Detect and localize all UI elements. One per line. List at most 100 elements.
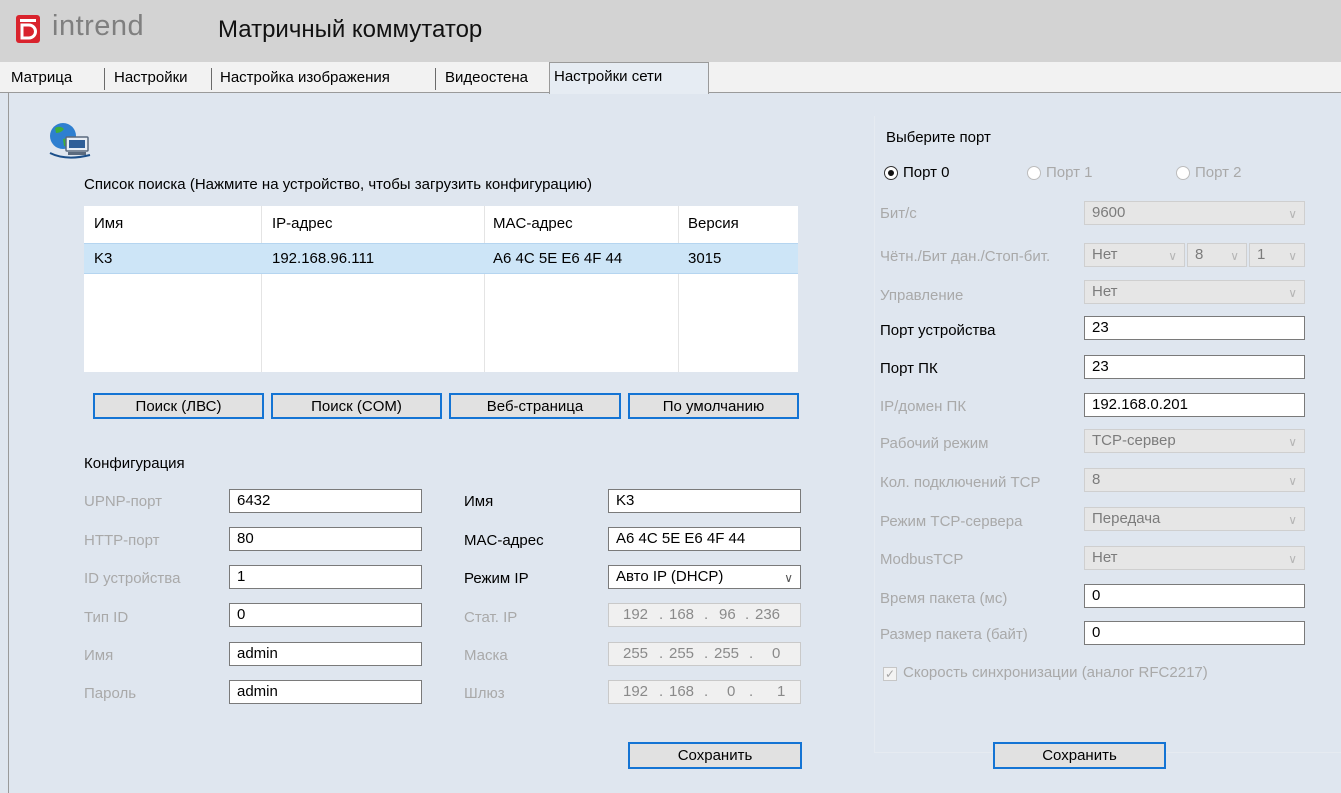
tab-videowall[interactable]: Видеостена [441, 66, 532, 90]
save-config-button[interactable]: Сохранить [628, 742, 802, 769]
stopbits-select[interactable]: 1 ∨ [1249, 243, 1305, 267]
pc-port-field[interactable]: 23 [1084, 355, 1305, 379]
column-header-ip[interactable]: IP-адрес [272, 215, 332, 232]
upnp-port-field[interactable]: 6432 [229, 489, 422, 513]
tab-separator [435, 68, 436, 90]
mac-address-label: MAC-адрес [464, 532, 544, 549]
mac-address-field[interactable]: A6 4C 5E E6 4F 44 [608, 527, 801, 551]
save-port-button[interactable]: Сохранить [993, 742, 1166, 769]
password-field[interactable]: admin [229, 680, 422, 704]
restore-default-button[interactable]: По умолчанию [628, 393, 799, 419]
app-title: Матричный коммутатор [218, 16, 483, 43]
ip-octet: 168 [669, 606, 695, 623]
tab-image-settings[interactable]: Настройка изображения [216, 66, 394, 90]
tcp-connections-label: Кол. подключений TCP [880, 474, 1041, 491]
search-list-caption: Список поиска (Нажмите на устройство, чт… [84, 176, 592, 193]
search-com-button[interactable]: Поиск (COM) [271, 393, 442, 419]
work-mode-select[interactable]: TCP-сервер ∨ [1084, 429, 1305, 453]
port1-label[interactable]: Порт 1 [1046, 164, 1093, 181]
web-page-button[interactable]: Веб-страница [449, 393, 621, 419]
ip-mode-select[interactable]: Авто IP (DHCP) ∨ [608, 565, 801, 589]
modbus-value: Нет [1092, 549, 1118, 566]
ip-octet: 0 [727, 683, 736, 700]
port0-radio[interactable] [884, 166, 898, 180]
http-port-label: HTTP-порт [84, 532, 160, 549]
username-label: Имя [84, 647, 114, 664]
parity-value: Нет [1092, 246, 1118, 263]
ip-octet: 192 [623, 606, 649, 623]
baud-value: 9600 [1092, 204, 1126, 221]
search-lan-button[interactable]: Поиск (ЛВС) [93, 393, 264, 419]
ip-dot: . [745, 606, 750, 623]
modbus-select[interactable]: Нет ∨ [1084, 546, 1305, 570]
row-device-ip[interactable]: 192.168.96.111 [272, 250, 374, 267]
work-mode-label: Рабочий режим [880, 435, 989, 452]
gateway-field[interactable]: 192 . 168 . 0 . 1 [608, 680, 801, 704]
ip-octet: 168 [669, 683, 695, 700]
tcp-server-mode-select[interactable]: Передача ∨ [1084, 507, 1305, 531]
column-header-version[interactable]: Версия [688, 215, 739, 232]
device-id-field[interactable]: 1 [229, 565, 422, 589]
pc-ip-label: IP/домен ПК [880, 398, 967, 415]
ip-octet: 236 [755, 606, 781, 623]
row-device-name[interactable]: K3 [94, 250, 112, 267]
sync-speed-label[interactable]: Скорость синхронизации (аналог RFC2217) [903, 664, 1208, 681]
network-globe-icon [49, 123, 91, 159]
device-name-field[interactable]: K3 [608, 489, 801, 513]
select-port-title: Выберите порт [886, 129, 991, 146]
ip-dot: . [704, 645, 709, 662]
chevron-down-icon: ∨ [784, 571, 793, 585]
gateway-label: Шлюз [464, 685, 505, 702]
content-border [8, 92, 9, 793]
username-field[interactable]: admin [229, 642, 422, 666]
port1-radio[interactable] [1027, 166, 1041, 180]
port2-radio[interactable] [1176, 166, 1190, 180]
flow-control-select[interactable]: Нет ∨ [1084, 280, 1305, 304]
http-port-field[interactable]: 80 [229, 527, 422, 551]
tcp-connections-value: 8 [1092, 471, 1101, 488]
row-device-mac[interactable]: A6 4C 5E E6 4F 44 [493, 250, 622, 267]
ip-dot: . [704, 683, 709, 700]
work-mode-value: TCP-сервер [1092, 432, 1176, 449]
ip-octet: 255 [669, 645, 695, 662]
chevron-down-icon: ∨ [1288, 552, 1297, 566]
packet-size-field[interactable]: 0 [1084, 621, 1305, 645]
column-header-name[interactable]: Имя [94, 215, 123, 232]
baud-select[interactable]: 9600 ∨ [1084, 201, 1305, 225]
type-id-label: Тип ID [84, 609, 129, 626]
ip-octet: 1 [777, 683, 786, 700]
databits-select[interactable]: 8 ∨ [1187, 243, 1247, 267]
type-id-field[interactable]: 0 [229, 603, 422, 627]
packet-time-field[interactable]: 0 [1084, 584, 1305, 608]
stopbits-value: 1 [1257, 246, 1266, 263]
sync-speed-checkbox[interactable]: ✓ [883, 667, 897, 681]
ip-mode-label: Режим IP [464, 570, 529, 587]
tab-network-settings[interactable]: Настройки сети [549, 62, 709, 94]
tab-settings[interactable]: Настройки [110, 66, 192, 90]
device-port-field[interactable]: 23 [1084, 316, 1305, 340]
static-ip-label: Стат. IP [464, 609, 518, 626]
flow-control-value: Нет [1092, 283, 1118, 300]
tab-matrix[interactable]: Матрица [7, 66, 77, 90]
ip-dot: . [704, 606, 709, 623]
config-title: Конфигурация [84, 455, 185, 472]
chevron-down-icon: ∨ [1288, 207, 1297, 221]
ip-dot: . [659, 683, 664, 700]
chevron-down-icon: ∨ [1288, 435, 1297, 449]
tcp-connections-select[interactable]: 8 ∨ [1084, 468, 1305, 492]
port0-label[interactable]: Порт 0 [903, 164, 950, 181]
device-port-label: Порт устройства [880, 322, 996, 339]
ip-dot: . [659, 606, 664, 623]
ip-octet: 255 [714, 645, 740, 662]
pc-ip-field[interactable]: 192.168.0.201 [1084, 393, 1305, 417]
column-header-mac[interactable]: MAC-адрес [493, 215, 573, 232]
static-ip-field[interactable]: 192 . 168 . 96 . 236 [608, 603, 801, 627]
subnet-mask-field[interactable]: 255 . 255 . 255 . 0 [608, 642, 801, 666]
port2-label[interactable]: Порт 2 [1195, 164, 1242, 181]
tab-separator [104, 68, 105, 90]
ip-octet: 96 [719, 606, 736, 623]
parity-select[interactable]: Нет ∨ [1084, 243, 1185, 267]
ip-octet: 192 [623, 683, 649, 700]
row-device-version[interactable]: 3015 [688, 250, 721, 267]
chevron-down-icon: ∨ [1288, 474, 1297, 488]
